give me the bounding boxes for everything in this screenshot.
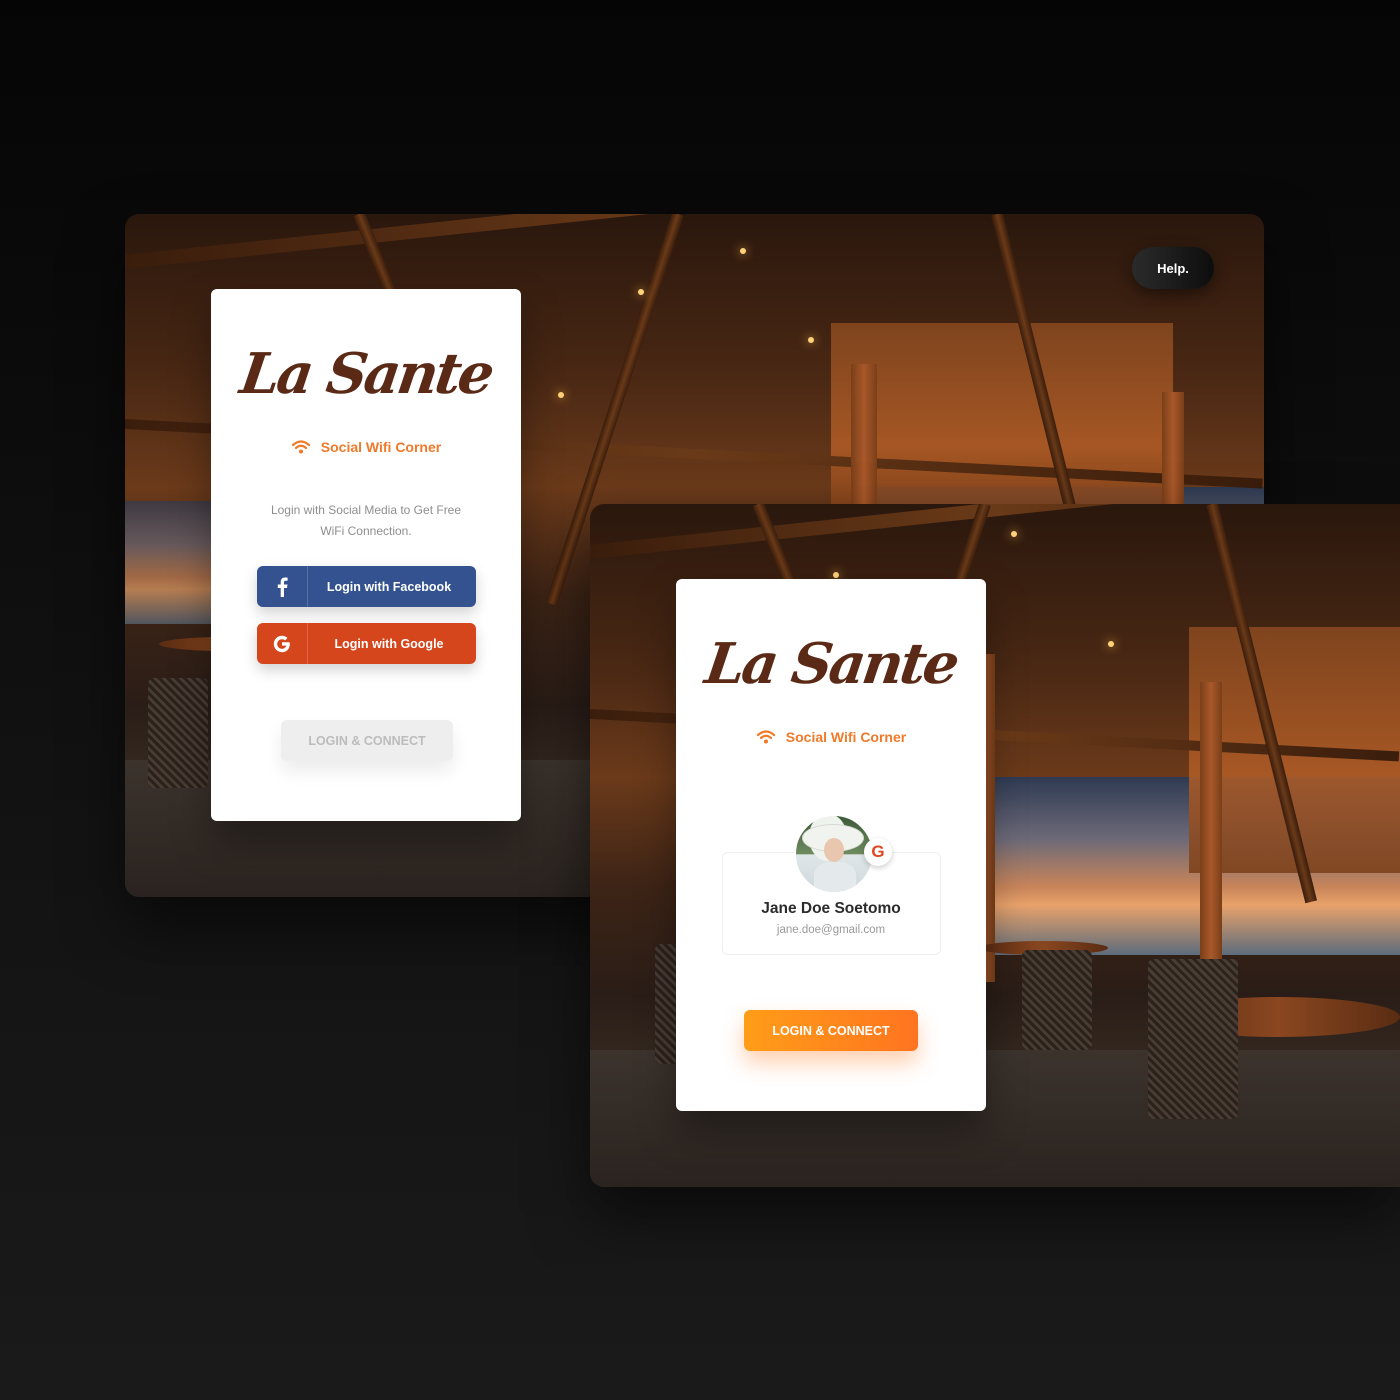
avatar — [794, 814, 874, 894]
login-card: La Sante Social Wifi Corner Login with S… — [211, 289, 521, 821]
wifi-tagline: Social Wifi Corner — [211, 439, 521, 455]
login-card: La Sante Social Wifi Corner G Jane Doe S… — [676, 579, 986, 1111]
facebook-button-label: Login with Facebook — [326, 579, 452, 594]
google-icon — [257, 623, 308, 664]
profile-name: Jane Doe Soetomo — [761, 900, 901, 917]
wifi-tagline: Social Wifi Corner — [676, 729, 986, 745]
facebook-icon — [257, 566, 308, 607]
google-button-label: Login with Google — [334, 636, 444, 651]
tagline-text: Social Wifi Corner — [785, 729, 907, 745]
login-instructions: Login with Social Media to Get Free WiFi… — [270, 503, 462, 538]
brand-logo: La Sante — [701, 631, 961, 697]
profile-email: jane.doe@gmail.com — [776, 924, 886, 936]
login-connect-button[interactable]: LOGIN & CONNECT — [744, 1010, 918, 1051]
login-screen-profile: La Sante Social Wifi Corner G Jane Doe S… — [590, 504, 1400, 1187]
wifi-icon — [756, 730, 775, 744]
wifi-icon — [291, 440, 310, 454]
tagline-text: Social Wifi Corner — [320, 439, 442, 455]
help-button[interactable]: Help. — [1132, 247, 1214, 289]
google-icon: G — [864, 838, 892, 866]
brand-logo: La Sante — [236, 341, 496, 407]
login-connect-button-disabled[interactable]: LOGIN & CONNECT — [281, 720, 453, 761]
login-google-button[interactable]: Login with Google — [257, 623, 476, 664]
login-facebook-button[interactable]: Login with Facebook — [257, 566, 476, 607]
showcase-scene: Help. La Sante Social Wifi Corner Login … — [0, 0, 1400, 1400]
